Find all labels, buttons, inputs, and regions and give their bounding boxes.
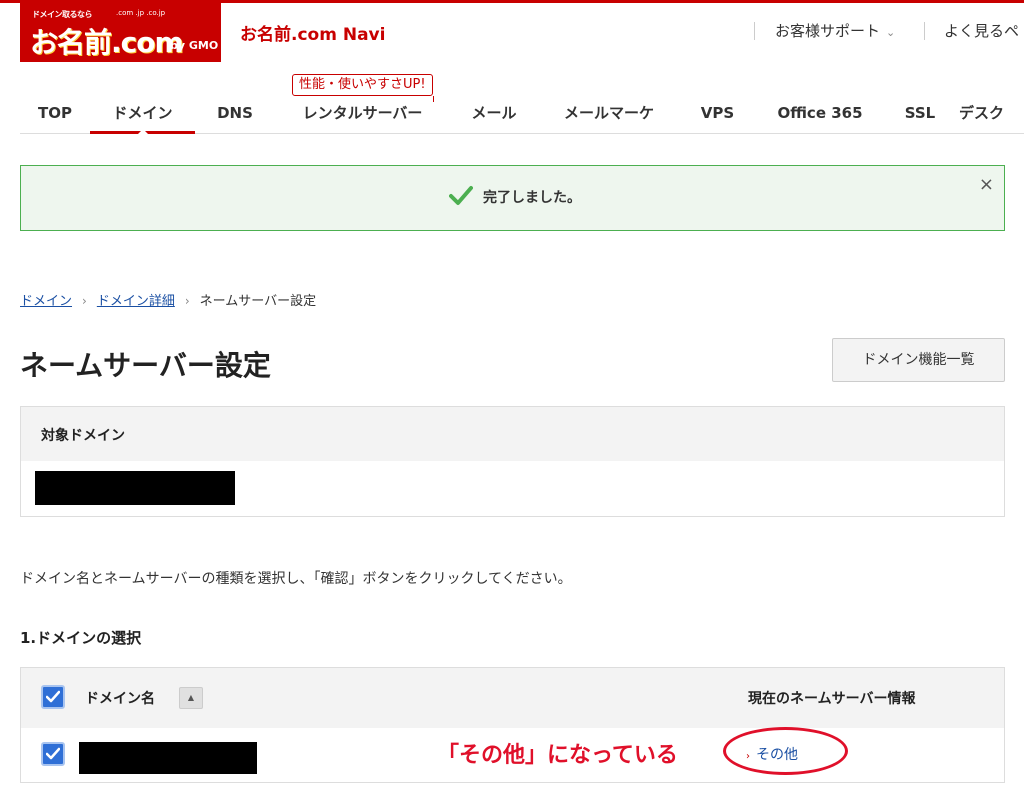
- section-title: 1.ドメインの選択: [20, 629, 142, 647]
- column-header-domain: ドメイン名: [85, 691, 155, 707]
- column-header-nameserver: 現在のネームサーバー情報: [748, 691, 916, 707]
- global-nav: TOP ドメイン DNS レンタルサーバー メール メールマーケ VPS Off…: [20, 100, 1024, 136]
- header-divider: [754, 22, 755, 40]
- nav-tab-dns[interactable]: DNS: [195, 100, 275, 134]
- nav-tab-mail-marketing[interactable]: メールマーケ: [538, 100, 680, 134]
- close-icon[interactable]: ×: [979, 174, 994, 195]
- checkmark-icon: [449, 186, 473, 205]
- faq-link[interactable]: よく見るペ: [944, 20, 1019, 41]
- site-title[interactable]: お名前.com Navi: [240, 20, 385, 45]
- nav-tab-desk[interactable]: デスク: [955, 100, 1024, 134]
- nav-tab-top[interactable]: TOP: [20, 100, 90, 134]
- instruction-text: ドメイン名とネームサーバーの種類を選択し、「確認」ボタンをクリックしてください。: [20, 571, 572, 587]
- breadcrumb-link-domain[interactable]: ドメイン: [20, 294, 72, 309]
- nav-tab-mail[interactable]: メール: [450, 100, 538, 134]
- logo-gmo: by GMO: [170, 39, 219, 52]
- nav-tab-vps[interactable]: VPS: [680, 100, 755, 134]
- chevron-right-icon: ›: [184, 294, 190, 308]
- alert-message: 完了しました。: [483, 190, 581, 206]
- row-checkbox[interactable]: [41, 742, 65, 766]
- nav-tab-ssl[interactable]: SSL: [885, 100, 955, 134]
- breadcrumb: ドメイン › ドメイン詳細 › ネームサーバー設定: [20, 290, 316, 309]
- logo-domain-list: .com .jp .co.jp: [116, 9, 166, 17]
- redacted-domain: [35, 471, 235, 505]
- annotation-callout: 「その他」になっている: [437, 743, 678, 768]
- domain-table-header: ドメイン名 ▲ 現在のネームサーバー情報: [20, 667, 1005, 729]
- target-domain-header: 対象ドメイン: [20, 406, 1005, 462]
- nav-tab-office365[interactable]: Office 365: [755, 100, 885, 134]
- success-alert: 完了しました。 ×: [20, 165, 1005, 231]
- redacted-domain: [79, 742, 257, 774]
- logo-wordmark: お名前.com: [30, 26, 184, 59]
- domain-feature-list-button[interactable]: ドメイン機能一覧: [832, 338, 1005, 382]
- promo-tag: 性能・使いやすさUP!: [292, 74, 433, 96]
- breadcrumb-current: ネームサーバー設定: [199, 294, 317, 309]
- support-menu[interactable]: お客様サポート ⌄: [775, 20, 895, 41]
- target-domain-label: 対象ドメイン: [41, 428, 125, 444]
- nav-tab-domain[interactable]: ドメイン: [90, 100, 195, 134]
- header-divider: [924, 22, 925, 40]
- select-all-checkbox[interactable]: [41, 685, 65, 709]
- nav-tab-rental-server[interactable]: レンタルサーバー: [275, 100, 450, 134]
- onamae-logo[interactable]: ドメイン取るなら .com .jp .co.jp お名前.com by GMO: [20, 3, 221, 62]
- support-menu-label: お客様サポート: [775, 22, 881, 40]
- breadcrumb-link-domain-detail[interactable]: ドメイン詳細: [97, 294, 175, 309]
- check-icon: [46, 690, 60, 703]
- logo-tagline: ドメイン取るなら: [32, 10, 93, 19]
- page-title: ネームサーバー設定: [20, 349, 271, 382]
- check-icon: [46, 747, 60, 760]
- chevron-right-icon: ›: [82, 294, 87, 308]
- annotation-ellipse: [723, 727, 848, 775]
- sort-ascending-icon[interactable]: ▲: [179, 687, 203, 709]
- target-domain-value: [20, 461, 1005, 517]
- chevron-down-icon: ⌄: [886, 26, 896, 39]
